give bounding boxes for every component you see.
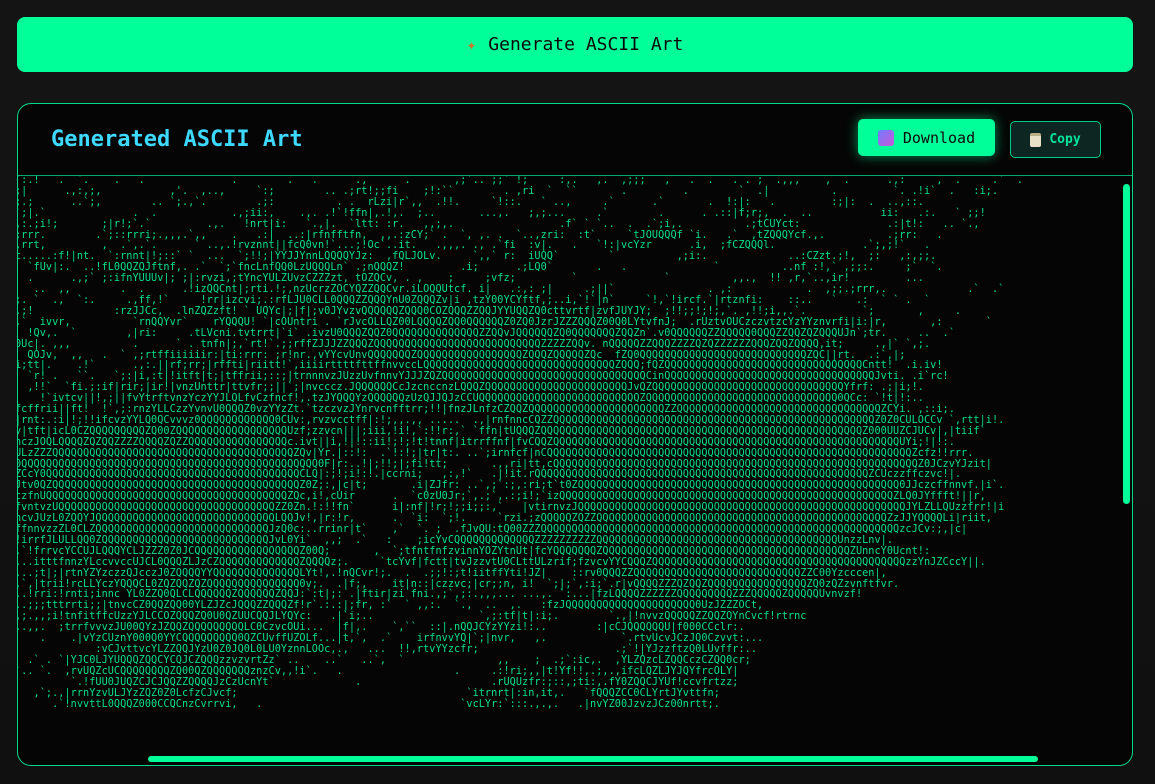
copy-label: Copy xyxy=(1049,132,1081,147)
panel-title: Generated ASCII Art xyxy=(51,127,303,152)
download-label: Download xyxy=(902,128,976,147)
download-icon xyxy=(877,129,894,146)
panel-header: Generated ASCII Art Download Copy xyxy=(18,104,1132,176)
generate-button-label: Generate ASCII Art xyxy=(488,34,684,55)
generate-ascii-button[interactable]: ✦ Generate ASCII Art xyxy=(17,17,1133,72)
clipboard-icon xyxy=(1030,132,1042,147)
ascii-output-panel: Generated ASCII Art Download Copy `:.! .… xyxy=(17,103,1133,766)
ascii-art-output: `:.! . `. . . . . . ., . ,;`.. ;;` !; :,… xyxy=(18,176,1023,710)
download-button[interactable]: Download xyxy=(858,119,995,156)
ascii-art-scroll-area[interactable]: `:.! . `. . . . . . ., . ,;`.. ;;` !; :,… xyxy=(18,176,1132,765)
horizontal-scrollbar[interactable] xyxy=(148,756,1038,762)
sparkle-icon: ✦ xyxy=(466,35,477,54)
copy-button[interactable]: Copy xyxy=(1010,121,1101,158)
vertical-scrollbar[interactable] xyxy=(1123,184,1130,504)
